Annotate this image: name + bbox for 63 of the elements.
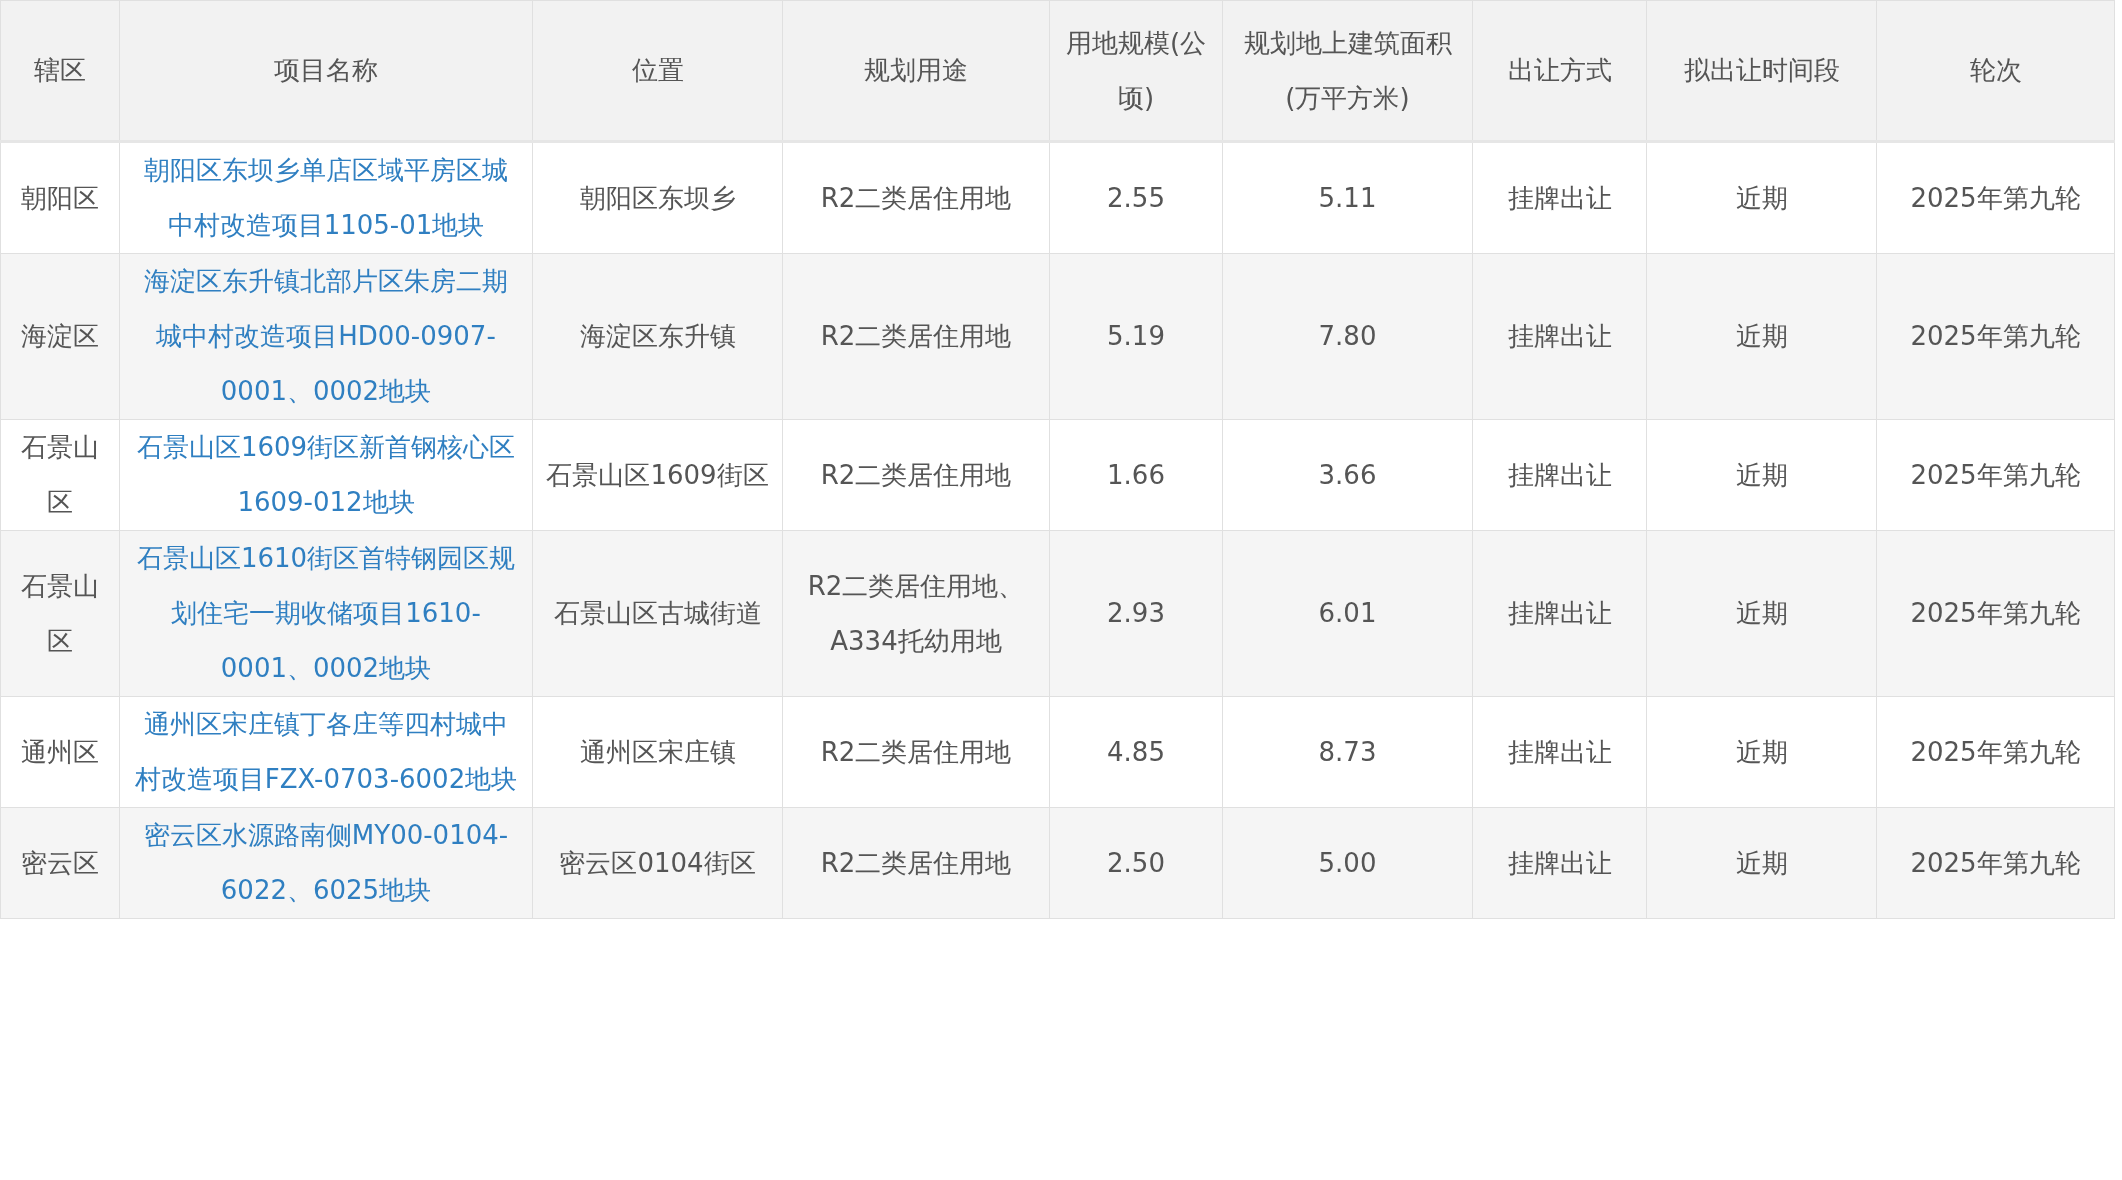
table-cell: 6.01 [1222, 530, 1473, 697]
table-cell: 海淀区东升镇 [532, 253, 783, 420]
table-cell: R2二类居住用地 [782, 419, 1050, 531]
project-link[interactable]: 通州区宋庄镇丁各庄等四村城中村改造项目FZX-0703-6002地块 [119, 696, 533, 808]
column-header: 轮次 [1876, 0, 2115, 142]
column-header: 用地规模(公顷) [1049, 0, 1223, 142]
column-header: 项目名称 [119, 0, 533, 142]
table-cell: 海淀区 [0, 253, 120, 420]
table-cell: 2025年第九轮 [1876, 530, 2115, 697]
table-cell: 石景山区1609街区 [532, 419, 783, 531]
table-cell: 2025年第九轮 [1876, 419, 2115, 531]
column-header: 辖区 [0, 0, 120, 142]
table-cell: 密云区0104街区 [532, 807, 783, 919]
table-cell: 朝阳区 [0, 141, 120, 254]
column-header: 出让方式 [1472, 0, 1647, 142]
table-cell: R2二类居住用地 [782, 696, 1050, 808]
column-header: 位置 [532, 0, 783, 142]
table-cell: 3.66 [1222, 419, 1473, 531]
table-cell: 挂牌出让 [1472, 419, 1647, 531]
table-cell: 挂牌出让 [1472, 807, 1647, 919]
table-cell: 挂牌出让 [1472, 253, 1647, 420]
table-cell: 石景山区 [0, 530, 120, 697]
project-link[interactable]: 朝阳区东坝乡单店区域平房区城中村改造项目1105-01地块 [119, 141, 533, 254]
table-cell: 2025年第九轮 [1876, 807, 2115, 919]
table-cell: 2.50 [1049, 807, 1223, 919]
table-cell: 8.73 [1222, 696, 1473, 808]
table-cell: 朝阳区东坝乡 [532, 141, 783, 254]
table-cell: R2二类居住用地、A334托幼用地 [782, 530, 1050, 697]
project-link[interactable]: 海淀区东升镇北部片区朱房二期城中村改造项目HD00-0907-0001、0002地块 [119, 253, 533, 420]
column-header: 拟出让时间段 [1646, 0, 1877, 142]
table-cell: 5.19 [1049, 253, 1223, 420]
table-cell: 密云区 [0, 807, 120, 919]
table-cell: 4.85 [1049, 696, 1223, 808]
table-cell: 挂牌出让 [1472, 530, 1647, 697]
column-header: 规划用途 [782, 0, 1050, 142]
table-cell: 通州区 [0, 696, 120, 808]
table-cell: 近期 [1646, 696, 1877, 808]
table-cell: 通州区宋庄镇 [532, 696, 783, 808]
table-cell: 近期 [1646, 419, 1877, 531]
table-cell: 5.11 [1222, 141, 1473, 254]
table-cell: 7.80 [1222, 253, 1473, 420]
table-cell: 5.00 [1222, 807, 1473, 919]
table-cell: 1.66 [1049, 419, 1223, 531]
column-header: 规划地上建筑面积(万平方米) [1222, 0, 1473, 142]
table-cell: R2二类居住用地 [782, 141, 1050, 254]
table-cell: R2二类居住用地 [782, 807, 1050, 919]
table-cell: 2.55 [1049, 141, 1223, 254]
table-cell: 石景山区 [0, 419, 120, 531]
table-cell: 近期 [1646, 807, 1877, 919]
table-cell: 近期 [1646, 141, 1877, 254]
table-cell: 近期 [1646, 253, 1877, 420]
table-cell: 2025年第九轮 [1876, 141, 2115, 254]
table-cell: R2二类居住用地 [782, 253, 1050, 420]
table-cell: 2025年第九轮 [1876, 696, 2115, 808]
table-cell: 挂牌出让 [1472, 696, 1647, 808]
table-cell: 挂牌出让 [1472, 141, 1647, 254]
table-cell: 2.93 [1049, 530, 1223, 697]
project-link[interactable]: 石景山区1609街区新首钢核心区1609-012地块 [119, 419, 533, 531]
project-link[interactable]: 密云区水源路南侧MY00-0104-6022、6025地块 [119, 807, 533, 919]
table-cell: 近期 [1646, 530, 1877, 697]
project-link[interactable]: 石景山区1610街区首特钢园区规划住宅一期收储项目1610-0001、0002地块 [119, 530, 533, 697]
table-cell: 石景山区古城街道 [532, 530, 783, 697]
table-cell: 2025年第九轮 [1876, 253, 2115, 420]
